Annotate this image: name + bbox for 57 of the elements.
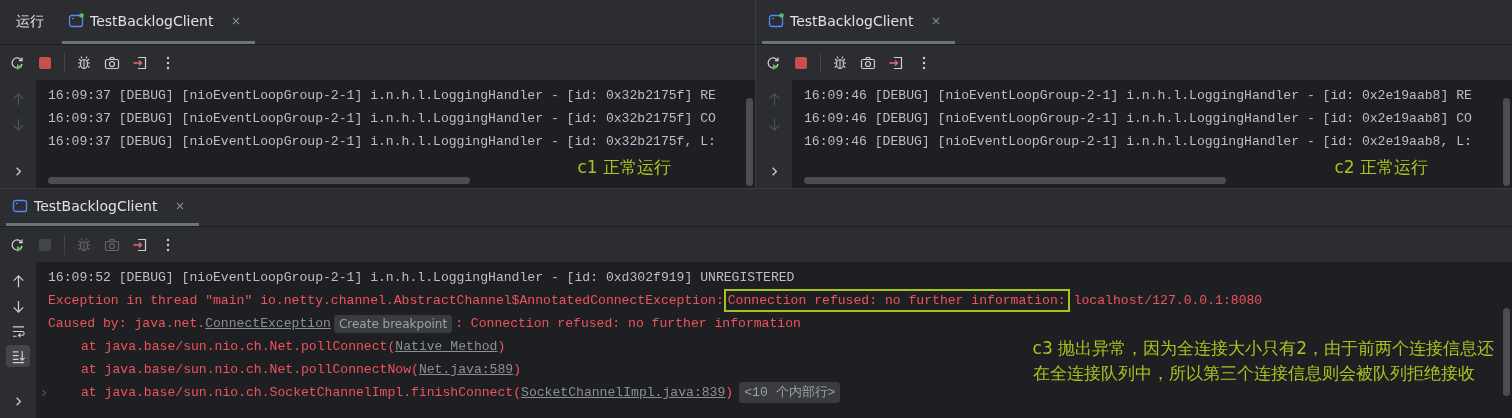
log-text: : Connection refused: no further information xyxy=(455,315,801,333)
horizontal-scrollbar[interactable] xyxy=(804,177,1226,184)
vertical-scrollbar[interactable] xyxy=(746,98,753,186)
scroll-to-end-button[interactable] xyxy=(6,345,30,367)
rerun-icon xyxy=(765,54,781,71)
stop-icon xyxy=(793,54,809,71)
window-icon xyxy=(12,198,28,214)
source-link[interactable]: Native Method xyxy=(395,335,498,358)
bug-icon xyxy=(76,54,92,71)
log-text: 16:09:37 [DEBUG] [nioEventLoopGroup-2-1] i.n.h.l.LoggingHandler - [id: 0x32b2175f, L: xyxy=(48,133,716,151)
log-text: ) xyxy=(725,384,734,402)
wrap-lines-icon xyxy=(10,323,26,339)
log-text: ) xyxy=(497,338,506,356)
log-text: 16:09:46 [DEBUG] [nioEventLoopGroup-2-1] i.n.h.l.LoggingHandler - [id: 0x2e19aab8] RE xyxy=(804,87,1472,105)
inline-hint[interactable]: Create breakpoint xyxy=(333,314,453,333)
annotation-text: c3 抛出异常，因为全连接大小只有2，由于前两个连接信息还 在全连接队列中，所以第三个连接信息则会被队列拒绝接收 xyxy=(1032,337,1494,385)
exit-icon xyxy=(132,54,148,71)
log-text: ) xyxy=(513,361,522,379)
horizontal-scrollbar[interactable] xyxy=(48,177,470,184)
bug-icon xyxy=(832,54,848,71)
rerun-icon xyxy=(9,54,25,71)
highlighted-text: Connection refused: no further information: xyxy=(723,289,1070,312)
bug-icon xyxy=(76,236,92,253)
inline-hint[interactable]: <10 个内部行> xyxy=(739,382,841,403)
log-text: 16:09:46 [DEBUG] [nioEventLoopGroup-2-1] i.n.h.l.LoggingHandler - [id: 0x2e19aab8, L: xyxy=(804,133,1472,151)
exit-icon xyxy=(132,236,148,253)
log-text: 16:09:52 [DEBUG] [nioEventLoopGroup-2-1] i.n.h.l.LoggingHandler - [id: 0xd302f919] UNREGISTERED xyxy=(48,269,795,287)
run-tab[interactable]: TestBacklogClient xyxy=(762,0,956,44)
source-link[interactable]: ConnectException xyxy=(205,312,331,335)
stop-icon xyxy=(37,236,53,253)
run-label: 运行 xyxy=(15,12,45,31)
annotation-text: c1 正常运行 xyxy=(577,156,671,179)
exit-icon xyxy=(888,54,904,71)
log-text: Exception in thread "main" io.netty.channel.AbstractChannel$AnnotatedConnectException: xyxy=(48,292,724,310)
log-text: Caused by: java.net. xyxy=(48,315,206,333)
vertical-scrollbar[interactable] xyxy=(1503,308,1510,396)
camera-icon xyxy=(104,236,120,253)
log-text: localhost/127.0.0.1:8080 xyxy=(1073,292,1263,310)
log-text: at java.base/sun.nio.ch.Net.pollConnectNow( xyxy=(81,361,419,379)
log-text: 16:09:37 [DEBUG] [nioEventLoopGroup-2-1] i.n.h.l.LoggingHandler - [id: 0x32b2175f] RE xyxy=(48,87,716,105)
scroll-to-end-icon xyxy=(10,348,26,364)
source-link[interactable]: SocketChannelImpl.java:839 xyxy=(521,381,726,404)
vertical-scrollbar[interactable] xyxy=(1503,98,1510,186)
annotation-text: c2 正常运行 xyxy=(1334,156,1428,179)
run-tab[interactable]: TestBacklogClient xyxy=(62,0,256,44)
window-icon xyxy=(68,12,84,29)
log-text: at java.base/sun.nio.ch.SocketChannelImpl.finishConnect( xyxy=(81,384,522,402)
camera-icon xyxy=(860,54,876,71)
stop-icon xyxy=(37,54,53,71)
rerun-icon xyxy=(9,236,25,253)
source-link[interactable]: Net.java:589 xyxy=(418,358,514,381)
log-text: at java.base/sun.nio.ch.Net.pollConnect( xyxy=(81,338,396,356)
log-text: 16:09:37 [DEBUG] [nioEventLoopGroup-2-1] i.n.h.l.LoggingHandler - [id: 0x32b2175f] CO xyxy=(48,110,716,128)
window-icon xyxy=(768,12,784,29)
run-tab[interactable]: TestBacklogClient xyxy=(6,189,200,226)
camera-icon xyxy=(104,54,120,71)
log-text: 16:09:46 [DEBUG] [nioEventLoopGroup-2-1] i.n.h.l.LoggingHandler - [id: 0x2e19aab8] CO xyxy=(804,110,1472,128)
